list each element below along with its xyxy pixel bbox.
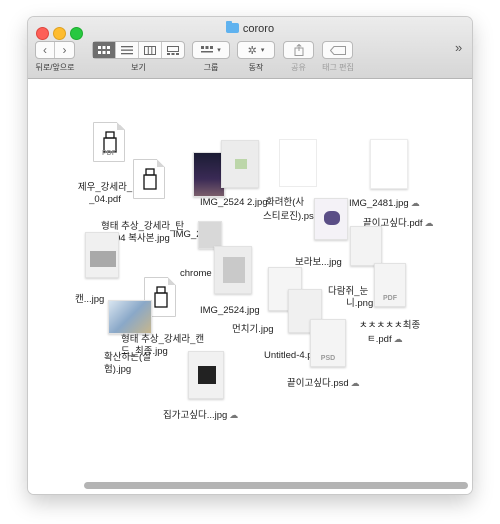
group-dropdown[interactable]: ▾ xyxy=(192,41,230,59)
back-forward-control: ‹ › xyxy=(35,41,75,59)
share-icon xyxy=(294,44,303,56)
group-label: 그룹 xyxy=(203,63,219,72)
file-thumbnail[interactable]: PSD xyxy=(310,319,346,367)
back-button[interactable]: ‹ xyxy=(36,42,56,58)
file-label[interactable]: chrome xyxy=(180,268,212,280)
file-label[interactable]: 캔...jpg xyxy=(75,294,104,306)
columns-icon xyxy=(143,45,156,55)
file-label[interactable]: ㅊㅊㅊㅊㅊ최종 xyxy=(359,320,420,332)
file-thumbnail[interactable] xyxy=(188,351,224,399)
file-label[interactable]: IMG_2524.jpg xyxy=(200,305,260,317)
chevron-right-icon: › xyxy=(62,43,67,57)
icon-view-button[interactable] xyxy=(93,42,117,58)
file-label[interactable]: 먼치기.jpg xyxy=(232,324,274,336)
share-button[interactable] xyxy=(283,41,314,59)
forward-button[interactable]: › xyxy=(55,42,74,58)
file-label[interactable]: IMG_2524 2.jpg xyxy=(200,197,268,209)
list-icon xyxy=(121,45,134,54)
toolbar: cororo ‹ › 뒤로/앞으로 보기 ▾ 그룹 ✲ ▾ 동작 공유 태그 편… xyxy=(28,17,472,79)
view-label: 보기 xyxy=(131,63,146,72)
bottle-icon xyxy=(143,168,157,190)
toolbar-overflow-button[interactable]: » xyxy=(455,40,462,55)
back-forward-label: 뒤로/앞으로 xyxy=(35,63,75,72)
file-label[interactable]: 다람쥐_눈 xyxy=(328,286,368,298)
file-thumbnail[interactable] xyxy=(314,198,348,240)
window-title: cororo xyxy=(28,21,472,35)
file-thumbnail[interactable] xyxy=(221,140,259,188)
file-label[interactable]: 끝이고싶다.psd ☁ xyxy=(287,377,360,390)
file-label[interactable]: 화려한(사 xyxy=(266,197,304,209)
view-control xyxy=(92,41,185,59)
file-label[interactable]: 집가고싶다...jpg ☁ xyxy=(163,409,238,422)
cloud-icon: ☁ xyxy=(229,410,239,420)
file-icon-pdf[interactable]: PDF xyxy=(93,122,125,162)
action-dropdown[interactable]: ✲ ▾ xyxy=(237,41,275,59)
file-thumbnail[interactable] xyxy=(370,139,408,189)
chevron-down-icon: ▾ xyxy=(260,47,265,54)
list-view-button[interactable] xyxy=(116,42,139,58)
file-label[interactable]: 니.png xyxy=(346,298,373,310)
finder-window: cororo ‹ › 뒤로/앞으로 보기 ▾ 그룹 ✲ ▾ 동작 공유 태그 편… xyxy=(28,17,472,494)
file-icon-jpg[interactable] xyxy=(133,159,165,199)
action-label: 동작 xyxy=(248,63,264,72)
folder-icon xyxy=(225,21,239,33)
cloud-icon: ☁ xyxy=(424,218,434,228)
file-thumbnail[interactable] xyxy=(350,226,382,266)
tags-button[interactable] xyxy=(322,41,353,59)
file-thumbnail[interactable] xyxy=(108,300,152,334)
cloud-icon: ☁ xyxy=(410,198,420,208)
file-thumbnail[interactable] xyxy=(214,246,252,294)
cloud-icon: ☁ xyxy=(393,334,403,344)
file-thumbnail[interactable] xyxy=(85,232,119,278)
file-label[interactable]: ㅌ.pdf ☁ xyxy=(367,333,403,346)
cloud-icon: ☁ xyxy=(350,378,360,388)
file-label[interactable]: 보라보...jpg xyxy=(295,257,342,269)
file-thumbnail[interactable] xyxy=(279,139,317,187)
pdf-badge: PDF xyxy=(383,295,397,302)
horizontal-scrollbar[interactable] xyxy=(84,482,468,489)
file-thumbnail[interactable] xyxy=(198,221,222,249)
gear-icon: ✲ xyxy=(247,44,257,57)
icon-view-area: PDF 제우_강세라_ _04.pdf 형태 추상_강세라_탄 들_04 복사본.j… xyxy=(28,79,472,494)
tags-label: 태그 편집 xyxy=(322,63,354,72)
tag-icon xyxy=(329,45,346,55)
psd-badge: PSD xyxy=(320,355,336,362)
share-label: 공유 xyxy=(291,63,306,72)
pdf-badge: PDF xyxy=(102,150,116,157)
file-label[interactable]: 확산하는(실 험).jpg xyxy=(104,352,151,376)
file-label[interactable]: 제우_강세라_ _04.pdf xyxy=(70,182,140,206)
gallery-view-button[interactable] xyxy=(162,42,184,58)
icon-grid-icon xyxy=(98,45,111,54)
chevron-left-icon: ‹ xyxy=(43,43,48,57)
file-thumbnail[interactable]: PDF xyxy=(374,263,406,307)
column-view-button[interactable] xyxy=(139,42,162,58)
chevron-down-icon: ▾ xyxy=(217,47,221,54)
gallery-icon xyxy=(166,45,179,55)
group-grid-icon xyxy=(201,46,214,53)
file-label[interactable]: IMG_2481.jpg ☁ xyxy=(349,197,420,210)
